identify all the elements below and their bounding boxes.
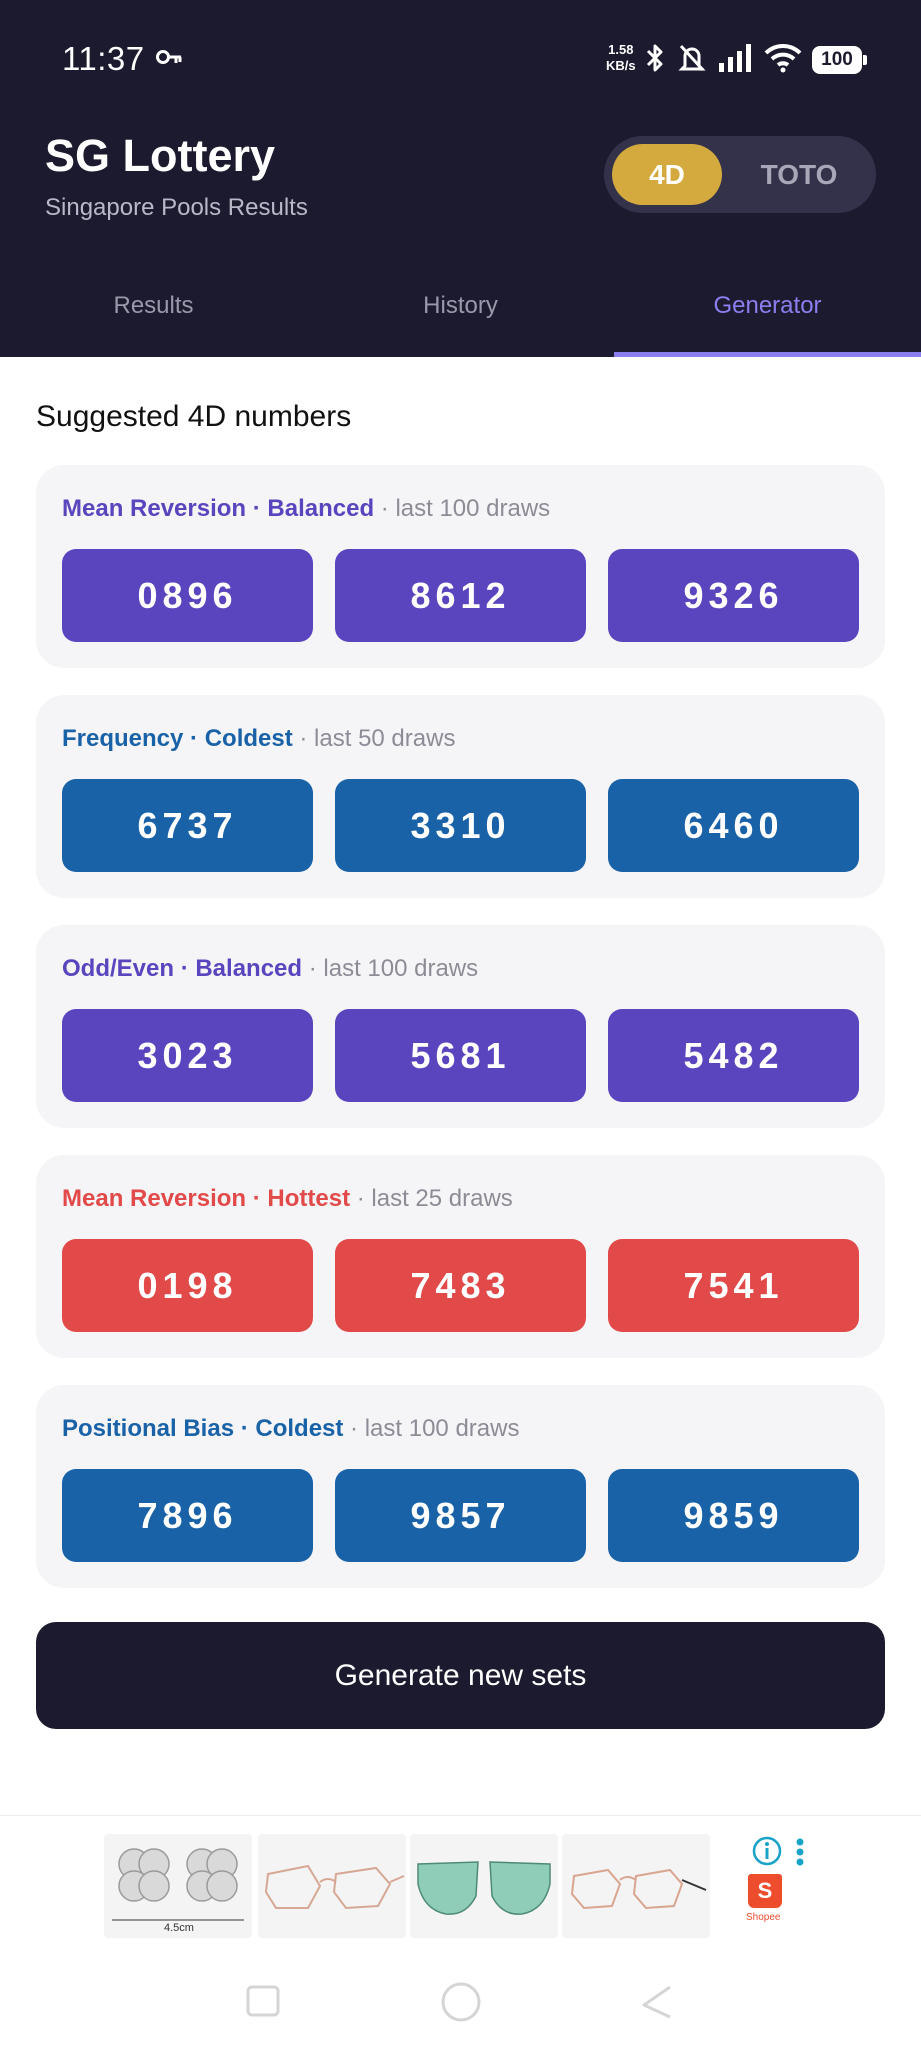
active-tab-indicator <box>614 352 921 357</box>
number-chip[interactable]: 0198 <box>62 1239 313 1332</box>
tab-bar: Results History Generator <box>0 280 921 357</box>
ad-size-label: 4.5cm <box>164 1922 194 1934</box>
strategy-card: Odd/Even · Balanced · last 100 draws 302… <box>36 925 885 1128</box>
tab-history[interactable]: History <box>307 280 614 357</box>
number-chip[interactable]: 9859 <box>608 1469 859 1562</box>
strategy-label: Frequency · Coldest <box>62 725 293 752</box>
number-chip[interactable]: 8612 <box>335 549 586 642</box>
number-chip[interactable]: 3023 <box>62 1009 313 1102</box>
shopee-logo[interactable]: S <box>748 1874 782 1908</box>
card-title: Mean Reversion · Balanced · last 100 dra… <box>62 495 550 523</box>
recent-apps-icon[interactable] <box>246 1985 280 2022</box>
draws-label: · last 25 draws <box>350 1185 513 1212</box>
strategy-card: Frequency · Coldest · last 50 draws 6737… <box>36 695 885 898</box>
back-icon[interactable] <box>640 1983 674 2024</box>
generate-new-sets-button[interactable]: Generate new sets <box>36 1622 885 1729</box>
bell-muted-icon <box>676 42 708 79</box>
strategy-label: Mean Reversion · Balanced <box>62 495 375 522</box>
number-chip[interactable]: 7483 <box>335 1239 586 1332</box>
card-title: Mean Reversion · Hottest · last 25 draws <box>62 1185 513 1213</box>
network-speed: 1.58 KB/s <box>606 42 636 74</box>
battery-icon: 100 <box>812 46 867 74</box>
strategy-label: Odd/Even · Balanced <box>62 955 303 982</box>
mode-toto-button[interactable]: TOTO <box>732 144 866 205</box>
strategy-label: Positional Bias · Coldest <box>62 1415 344 1442</box>
tab-generator[interactable]: Generator <box>614 280 921 357</box>
status-time: 11:37 <box>62 40 145 77</box>
card-title: Positional Bias · Coldest · last 100 dra… <box>62 1415 519 1443</box>
app-header: 11:37 1.58 KB/s 100 SG Lottery Singapore… <box>0 0 921 357</box>
card-title: Frequency · Coldest · last 50 draws <box>62 725 455 753</box>
ad-product-glasses[interactable] <box>258 1834 406 1938</box>
card-title: Odd/Even · Balanced · last 100 draws <box>62 955 478 983</box>
number-chip[interactable]: 9857 <box>335 1469 586 1562</box>
draws-label: · last 100 draws <box>374 495 551 522</box>
mode-4d-button[interactable]: 4D <box>612 144 722 205</box>
ad-product-sunglasses[interactable] <box>410 1834 558 1938</box>
home-icon[interactable] <box>440 1981 482 2028</box>
number-chip[interactable]: 9326 <box>608 549 859 642</box>
network-speed-unit: KB/s <box>606 58 636 73</box>
ad-more-icon[interactable] <box>794 1838 806 1871</box>
draws-label: · last 100 draws <box>302 955 479 982</box>
app-subtitle: Singapore Pools Results <box>45 194 308 221</box>
wifi-icon <box>764 43 802 78</box>
system-nav-bar <box>0 1965 921 2048</box>
number-chip[interactable]: 6737 <box>62 779 313 872</box>
ad-banner: 4.5cm S Shopee <box>0 1815 921 1965</box>
strategy-label: Mean Reversion · Hottest <box>62 1185 351 1212</box>
number-chip[interactable]: 7896 <box>62 1469 313 1562</box>
draws-label: · last 50 draws <box>292 725 456 752</box>
mode-toggle: 4D TOTO <box>604 136 876 213</box>
strategy-card: Mean Reversion · Hottest · last 25 draws… <box>36 1155 885 1358</box>
number-chip[interactable]: 6460 <box>608 779 859 872</box>
ad-product-glasses[interactable] <box>562 1834 710 1938</box>
number-chip[interactable]: 0896 <box>62 549 313 642</box>
network-speed-value: 1.58 <box>608 42 634 57</box>
draws-label: · last 100 draws <box>343 1415 520 1442</box>
ad-product-earrings[interactable]: 4.5cm <box>104 1834 252 1938</box>
app-title: SG Lottery <box>45 130 276 181</box>
shopee-label: Shopee <box>746 1912 781 1923</box>
bluetooth-icon <box>644 42 666 79</box>
strategy-card: Mean Reversion · Balanced · last 100 dra… <box>36 465 885 668</box>
strategy-card: Positional Bias · Coldest · last 100 dra… <box>36 1385 885 1588</box>
ad-info-icon[interactable] <box>752 1836 782 1871</box>
tab-results[interactable]: Results <box>0 280 307 357</box>
key-icon <box>156 48 182 71</box>
number-chip[interactable]: 7541 <box>608 1239 859 1332</box>
number-chip[interactable]: 5681 <box>335 1009 586 1102</box>
section-title: Suggested 4D numbers <box>36 400 352 433</box>
signal-icon <box>718 43 754 78</box>
number-chip[interactable]: 5482 <box>608 1009 859 1102</box>
number-chip[interactable]: 3310 <box>335 779 586 872</box>
status-bar: 11:37 1.58 KB/s 100 <box>0 0 921 120</box>
